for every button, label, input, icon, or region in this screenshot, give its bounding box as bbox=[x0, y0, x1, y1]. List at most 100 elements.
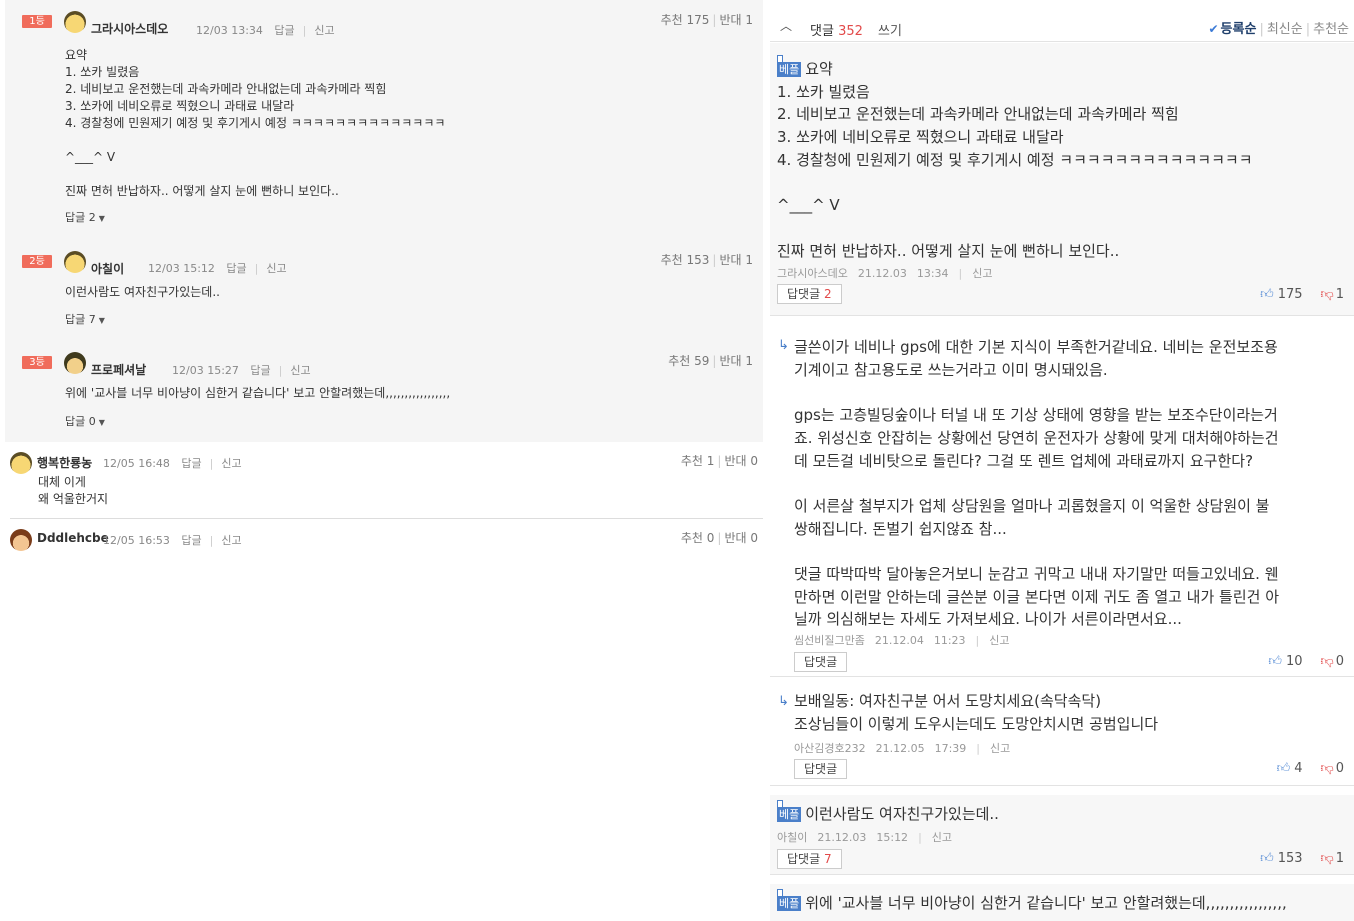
reply-link[interactable]: 답글 bbox=[181, 534, 201, 547]
report-link[interactable]: 신고 bbox=[221, 457, 241, 470]
report-link[interactable]: 신고 bbox=[266, 262, 286, 275]
best-comments-section: 1등 그라시아스데오 12/03 13:34 답글 | 신고 추천 175 | 반대 1… bbox=[5, 0, 763, 442]
reply-toggle[interactable]: 답글 2 ▼ bbox=[65, 209, 105, 225]
thumbs-up-icon[interactable]: 👍︎ bbox=[1260, 851, 1274, 866]
upvote-count: 175 bbox=[1277, 287, 1303, 302]
nickname[interactable]: 그라시아스데오 bbox=[777, 267, 848, 280]
sub-reply: ↳ 보배일동: 여자친구분 어서 도망치세요(속닥속닥) 조상님들이 이렇게 도… bbox=[770, 686, 1354, 786]
reply-button[interactable]: 답댓글 2 bbox=[777, 284, 842, 304]
left-comment-panel: 1등 그라시아스데오 12/03 13:34 답글 | 신고 추천 175 | 반대 1… bbox=[5, 0, 763, 921]
report-link[interactable]: 신고 bbox=[314, 24, 334, 37]
reply-link[interactable]: 답글 bbox=[274, 24, 294, 37]
write-link[interactable]: 쓰기 bbox=[878, 20, 902, 39]
vote-counts: 추천 0 | 반대 0 bbox=[680, 531, 758, 545]
comment-time: 11:23 bbox=[933, 634, 966, 647]
report-link[interactable]: 신고 bbox=[221, 534, 241, 547]
pin-icon bbox=[777, 800, 783, 807]
sort-recommend[interactable]: 추천순 bbox=[1313, 22, 1349, 37]
nickname[interactable]: 그라시아스데오 bbox=[91, 20, 168, 37]
comment-item: 행복한룡농 12/05 16:48 답글 | 신고 추천 1 | 반대 0 대체 이게 … bbox=[5, 442, 763, 518]
reply-toggle[interactable]: 답글 0 ▼ bbox=[65, 413, 105, 429]
downvote-count: 1 bbox=[1335, 851, 1344, 866]
reply-count: 답글 0 bbox=[65, 415, 96, 428]
report-link[interactable]: 신고 bbox=[989, 634, 1009, 647]
comment-time: 13:34 bbox=[916, 267, 949, 280]
sort-register[interactable]: 등록순 bbox=[1221, 22, 1257, 37]
pin-icon bbox=[777, 55, 783, 62]
upvote-button[interactable]: 추천 59 bbox=[668, 354, 709, 368]
reply-link[interactable]: 답글 bbox=[226, 262, 246, 275]
comment-date: 21.12.05 bbox=[875, 742, 925, 755]
reply-arrow-icon: ↳ bbox=[778, 694, 789, 709]
best-badge: 베플 bbox=[777, 889, 802, 911]
thumbs-up-icon[interactable]: 👍︎ bbox=[1277, 761, 1291, 776]
reply-link[interactable]: 답글 bbox=[250, 364, 270, 377]
comment-date: 12/03 15:12 bbox=[148, 262, 215, 275]
downvote-button[interactable]: 반대 0 bbox=[724, 454, 758, 468]
comment-date: 12/03 15:27 bbox=[172, 364, 239, 377]
downvote-button[interactable]: 반대 1 bbox=[719, 13, 753, 27]
upvote-button[interactable]: 추천 1 bbox=[681, 454, 715, 468]
reply-button[interactable]: 답댓글 7 bbox=[777, 849, 842, 869]
avatar[interactable] bbox=[64, 251, 86, 273]
vote-counts: 👍︎ 153 👎︎ 1 bbox=[1260, 851, 1344, 866]
comment-date: 21.12.03 bbox=[857, 267, 907, 280]
rank-badge: 2등 bbox=[22, 255, 52, 268]
reply-button[interactable]: 답댓글 bbox=[794, 759, 848, 779]
comment-meta: 아칠이 21.12.03 15:12 | 신고 bbox=[777, 831, 953, 844]
sub-reply: ↳ 글쓴이가 네비나 gps에 대한 기본 지식이 부족한거같네요. 네비는 운… bbox=[770, 330, 1354, 677]
thumbs-down-icon[interactable]: 👎︎ bbox=[1321, 287, 1334, 302]
comment-body: 이런사람도 여자친구가있는데.. bbox=[65, 285, 220, 299]
avatar[interactable] bbox=[64, 352, 86, 374]
vote-counts: 추천 153 | 반대 1 bbox=[660, 253, 753, 267]
thumbs-down-icon[interactable]: 👎︎ bbox=[1321, 761, 1334, 776]
avatar[interactable] bbox=[64, 11, 86, 33]
downvote-count: 0 bbox=[1335, 654, 1344, 669]
thumbs-up-icon[interactable]: 👍︎ bbox=[1268, 654, 1282, 669]
reply-link[interactable]: 답글 bbox=[181, 457, 201, 470]
nickname[interactable]: Dddlehcbe bbox=[37, 531, 109, 545]
reply-toggle[interactable]: 답글 7 ▼ bbox=[65, 311, 105, 327]
downvote-count: 0 bbox=[1335, 761, 1344, 776]
thumbs-up-icon[interactable]: 👍︎ bbox=[1260, 287, 1274, 302]
downvote-button[interactable]: 반대 1 bbox=[719, 354, 753, 368]
check-icon: ✔ bbox=[1208, 22, 1219, 36]
report-link[interactable]: 신고 bbox=[972, 267, 992, 280]
comment-meta: 아산김경호232 21.12.05 17:39 | 신고 bbox=[794, 742, 1011, 755]
upvote-button[interactable]: 추천 0 bbox=[681, 531, 715, 545]
nickname[interactable]: 아칠이 bbox=[91, 260, 124, 277]
best-comment-3: 3등 프로페셔날 12/03 15:27 답글 | 신고 추천 59 | 반대 1 위에… bbox=[5, 341, 763, 441]
upvote-count: 10 bbox=[1285, 654, 1303, 669]
reply-button[interactable]: 답댓글 bbox=[794, 652, 848, 672]
vote-counts: 👍︎ 4 👎︎ 0 bbox=[1277, 761, 1344, 776]
downvote-button[interactable]: 반대 1 bbox=[719, 253, 753, 267]
nickname[interactable]: 행복한룡농 bbox=[37, 454, 92, 471]
caret-down-icon: ▼ bbox=[98, 316, 105, 325]
nickname[interactable]: 씸선비질그만좀 bbox=[794, 634, 865, 647]
comment-meta: 12/03 15:27 답글 | 신고 bbox=[172, 364, 311, 377]
nickname[interactable]: 프로페셔날 bbox=[91, 361, 146, 378]
sort-recent[interactable]: 최신순 bbox=[1267, 22, 1303, 37]
upvote-button[interactable]: 추천 175 bbox=[661, 13, 710, 27]
best-badge: 베플 bbox=[777, 800, 802, 822]
report-link[interactable]: 신고 bbox=[290, 364, 310, 377]
nickname[interactable]: 아산김경호232 bbox=[794, 742, 866, 755]
report-link[interactable]: 신고 bbox=[932, 831, 952, 844]
best-comment-card: 베플 요약 1. 쏘카 빌렸음 2. 네비보고 운전했는데 과속카메라 안내없는데… bbox=[770, 43, 1354, 316]
thumbs-down-icon[interactable]: 👎︎ bbox=[1321, 654, 1334, 669]
best-comment-card: 베플 이런사람도 여자친구가있는데.. 아칠이 21.12.03 15:12 | 신고 답… bbox=[770, 795, 1354, 875]
avatar[interactable] bbox=[10, 529, 32, 551]
downvote-button[interactable]: 반대 0 bbox=[724, 531, 758, 545]
nickname[interactable]: 아칠이 bbox=[777, 831, 807, 844]
collapse-chevron-up-icon[interactable]: ︿ bbox=[780, 17, 792, 34]
report-link[interactable]: 신고 bbox=[990, 742, 1010, 755]
upvote-count: 153 bbox=[1277, 851, 1303, 866]
comment-body: 베플 위에 '교사블 너무 비아냥이 심한거 같습니다' 보고 안할려했는데,,,… bbox=[777, 889, 1287, 915]
rank-badge: 1등 bbox=[22, 15, 52, 28]
comment-date: 21.12.04 bbox=[874, 634, 924, 647]
caret-down-icon: ▼ bbox=[98, 418, 105, 427]
avatar[interactable] bbox=[10, 452, 32, 474]
upvote-button[interactable]: 추천 153 bbox=[661, 253, 710, 267]
comment-date: 12/05 16:48 bbox=[103, 457, 170, 470]
thumbs-down-icon[interactable]: 👎︎ bbox=[1321, 851, 1334, 866]
